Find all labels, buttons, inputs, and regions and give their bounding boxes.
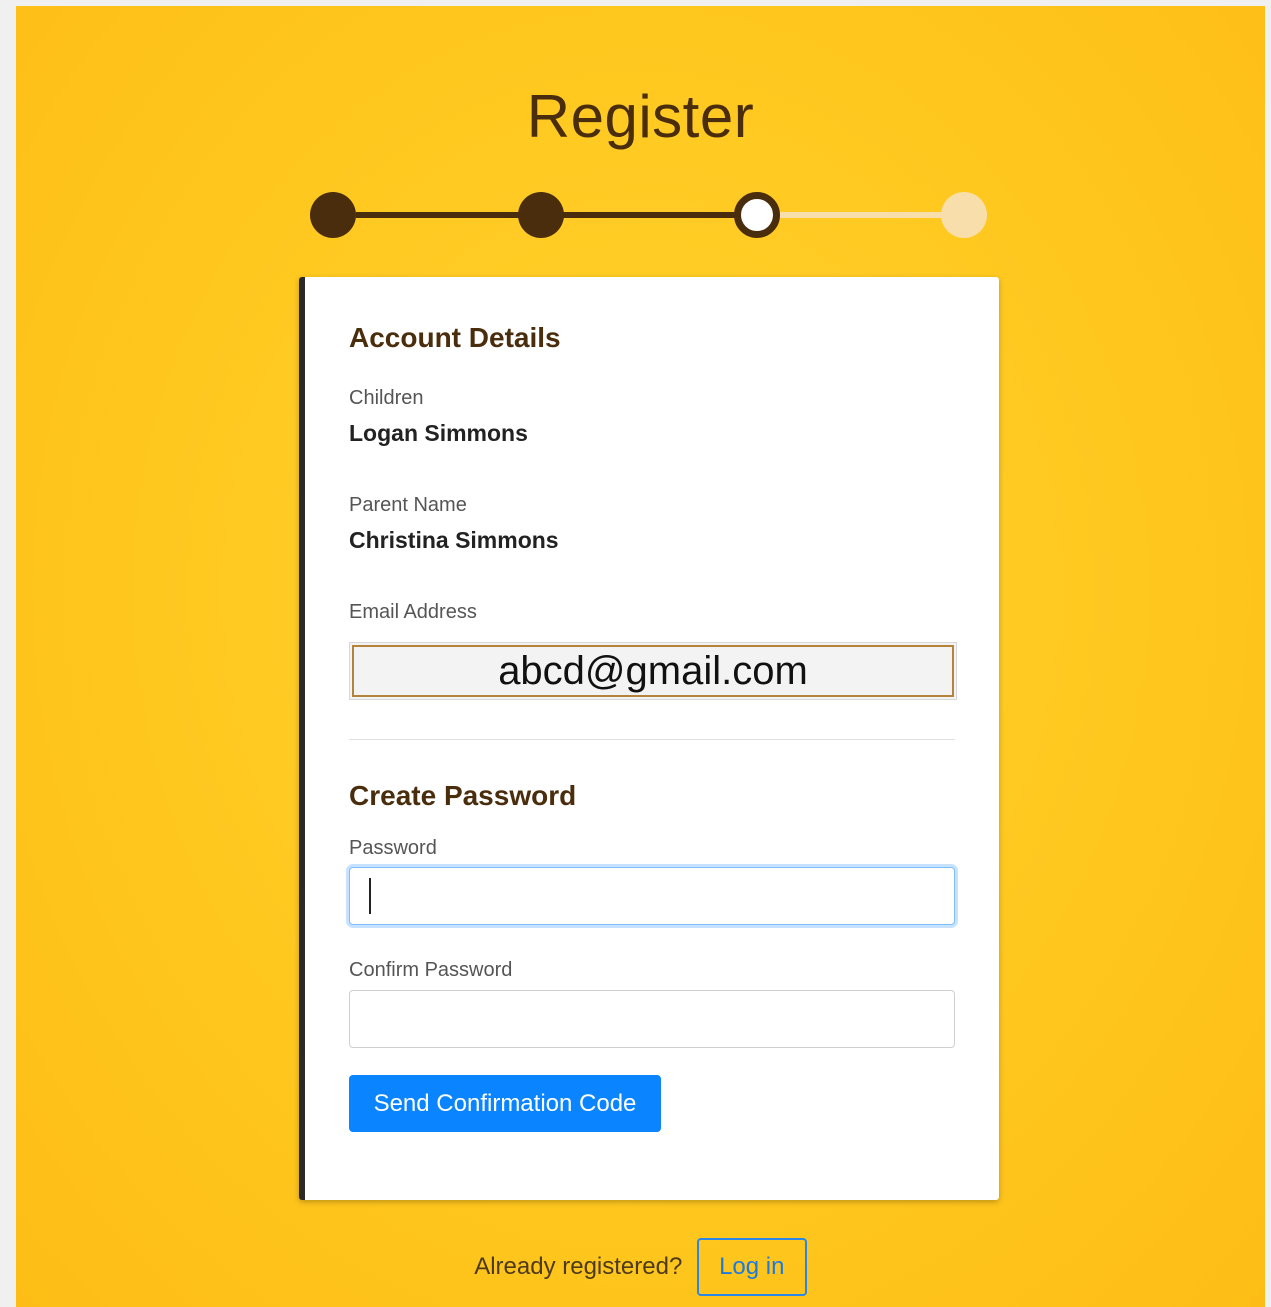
text-caret [369, 878, 371, 914]
email-value: abcd@gmail.com [352, 645, 954, 697]
already-registered-text: Already registered? [474, 1253, 683, 1280]
send-confirmation-code-button[interactable]: Send Confirmation Code [349, 1075, 661, 1132]
progress-stepper [16, 6, 1265, 266]
parent-name-label: Parent Name [349, 494, 467, 516]
password-field-wrapper [305, 867, 999, 927]
log-in-button[interactable]: Log in [696, 1238, 807, 1296]
step-connector-2 [561, 212, 753, 218]
confirm-password-input[interactable] [349, 990, 955, 1048]
step-connector-3 [774, 212, 964, 218]
account-details-heading: Account Details [349, 322, 561, 353]
footer: Already registered? Log in [16, 1238, 1265, 1298]
children-value: Logan Simmons [349, 420, 528, 446]
step-4-dot [941, 192, 987, 238]
confirm-password-label: Confirm Password [349, 959, 513, 981]
registration-card: Account Details Children Logan Simmons P… [299, 277, 999, 1200]
email-field: abcd@gmail.com [349, 642, 957, 700]
step-3-dot [734, 192, 780, 238]
children-label: Children [349, 387, 424, 409]
email-label: Email Address [349, 601, 477, 623]
step-2-dot [518, 192, 564, 238]
section-divider [349, 739, 955, 740]
create-password-heading: Create Password [349, 780, 577, 811]
password-input[interactable] [349, 867, 955, 925]
parent-name-value: Christina Simmons [349, 527, 559, 553]
register-page: Register Account Details Children Logan … [16, 6, 1265, 1307]
password-label: Password [349, 837, 437, 859]
step-1-dot [310, 192, 356, 238]
